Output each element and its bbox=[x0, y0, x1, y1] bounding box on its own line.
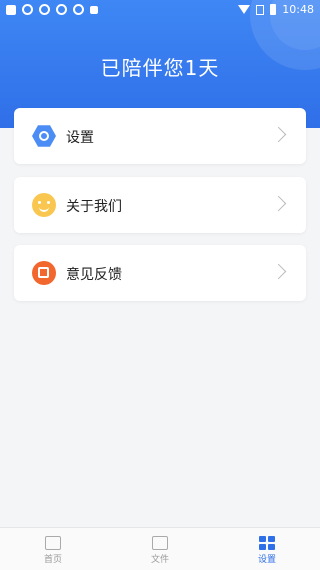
status-time: 10:48 bbox=[282, 3, 314, 16]
battery-icon bbox=[270, 4, 277, 15]
menu-item-label: 关于我们 bbox=[66, 199, 122, 215]
tab-settings[interactable]: 设置 bbox=[214, 528, 320, 570]
smiley-icon bbox=[32, 193, 56, 217]
system-status: 10:48 bbox=[238, 3, 314, 16]
settings-hex-icon bbox=[32, 125, 56, 147]
menu-item-label: 意见反馈 bbox=[66, 267, 122, 283]
wifi-icon bbox=[238, 5, 251, 14]
menu-item-feedback[interactable]: 意见反馈 bbox=[14, 245, 306, 301]
tab-home[interactable]: 首页 bbox=[0, 528, 106, 570]
settings-grid-icon bbox=[259, 536, 275, 550]
notification-icon bbox=[73, 4, 84, 15]
notification-icons bbox=[6, 4, 98, 15]
notification-icon bbox=[56, 4, 67, 15]
menu-item-about[interactable]: 关于我们 bbox=[14, 177, 306, 233]
page-title: 已陪伴您1天 bbox=[100, 56, 220, 80]
notification-icon bbox=[22, 4, 33, 15]
chevron-right-icon bbox=[270, 195, 287, 212]
bottom-tab-bar: 首页 文件 设置 bbox=[0, 527, 320, 570]
tab-label: 文件 bbox=[150, 555, 169, 565]
chevron-right-icon bbox=[270, 126, 287, 143]
notification-icon bbox=[6, 4, 16, 15]
feedback-icon bbox=[32, 261, 56, 285]
chevron-right-icon bbox=[270, 263, 287, 280]
tab-label: 首页 bbox=[43, 555, 62, 565]
notification-icon bbox=[90, 5, 98, 14]
status-bar: 10:48 bbox=[0, 0, 320, 20]
folder-icon bbox=[152, 536, 168, 550]
signal-icon bbox=[256, 4, 265, 15]
menu-item-settings[interactable]: 设置 bbox=[14, 108, 306, 164]
tab-label: 设置 bbox=[257, 555, 276, 565]
tab-files[interactable]: 文件 bbox=[107, 528, 213, 570]
notification-icon bbox=[39, 4, 50, 15]
home-icon bbox=[45, 536, 61, 550]
menu-item-label: 设置 bbox=[66, 130, 94, 146]
